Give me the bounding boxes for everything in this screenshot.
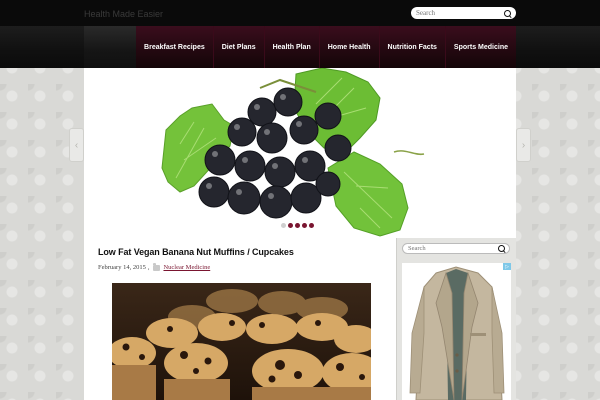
post-category-link[interactable]: Nuclear Medicine <box>163 264 210 271</box>
nav-item-health-plan[interactable]: Health Plan <box>263 26 319 68</box>
post-featured-image[interactable] <box>112 283 371 400</box>
slider-dot[interactable] <box>302 223 307 228</box>
image-slider[interactable] <box>84 68 516 238</box>
nav-item-nutrition-facts[interactable]: Nutrition Facts <box>378 26 445 68</box>
slider-dots <box>281 223 314 228</box>
sidebar-search-box[interactable] <box>402 243 510 254</box>
post-date: February 14, 2015 <box>98 264 146 271</box>
nav-item-home-health[interactable]: Home Health <box>318 26 379 68</box>
post-meta: February 14, 2015, Nuclear Medicine <box>98 263 211 271</box>
chevron-right-icon: › <box>521 139 526 151</box>
muffins-image <box>112 283 371 400</box>
adchoices-icon[interactable]: ▷ <box>503 263 511 270</box>
sidebar-ad[interactable]: ▷ <box>402 263 511 400</box>
sidebar-search-input[interactable] <box>408 244 497 253</box>
top-search-input[interactable] <box>416 8 503 18</box>
slide-image-grapes <box>84 68 516 238</box>
slider-dot[interactable] <box>288 223 293 228</box>
ad-image-blazer <box>402 263 511 400</box>
post-title[interactable]: Low Fat Vegan Banana Nut Muffins / Cupca… <box>98 247 294 257</box>
chevron-left-icon: ‹ <box>74 139 79 151</box>
site-title[interactable]: Health Made Easier <box>84 9 163 19</box>
main-nav: Breakfast Recipes Diet Plans Health Plan… <box>136 26 516 68</box>
slider-next-button[interactable]: › <box>516 128 531 162</box>
slider-dot[interactable] <box>281 223 286 228</box>
nav-item-sports-medicine[interactable]: Sports Medicine <box>444 26 516 68</box>
nav-item-diet-plans[interactable]: Diet Plans <box>212 26 264 68</box>
top-search-box[interactable] <box>411 7 516 19</box>
slider-dot[interactable] <box>295 223 300 228</box>
folder-icon <box>153 263 161 271</box>
search-icon[interactable] <box>497 244 506 253</box>
nav-item-breakfast-recipes[interactable]: Breakfast Recipes <box>136 26 213 68</box>
search-icon[interactable] <box>503 9 512 18</box>
slider-prev-button[interactable]: ‹ <box>69 128 84 162</box>
slider-dot[interactable] <box>309 223 314 228</box>
